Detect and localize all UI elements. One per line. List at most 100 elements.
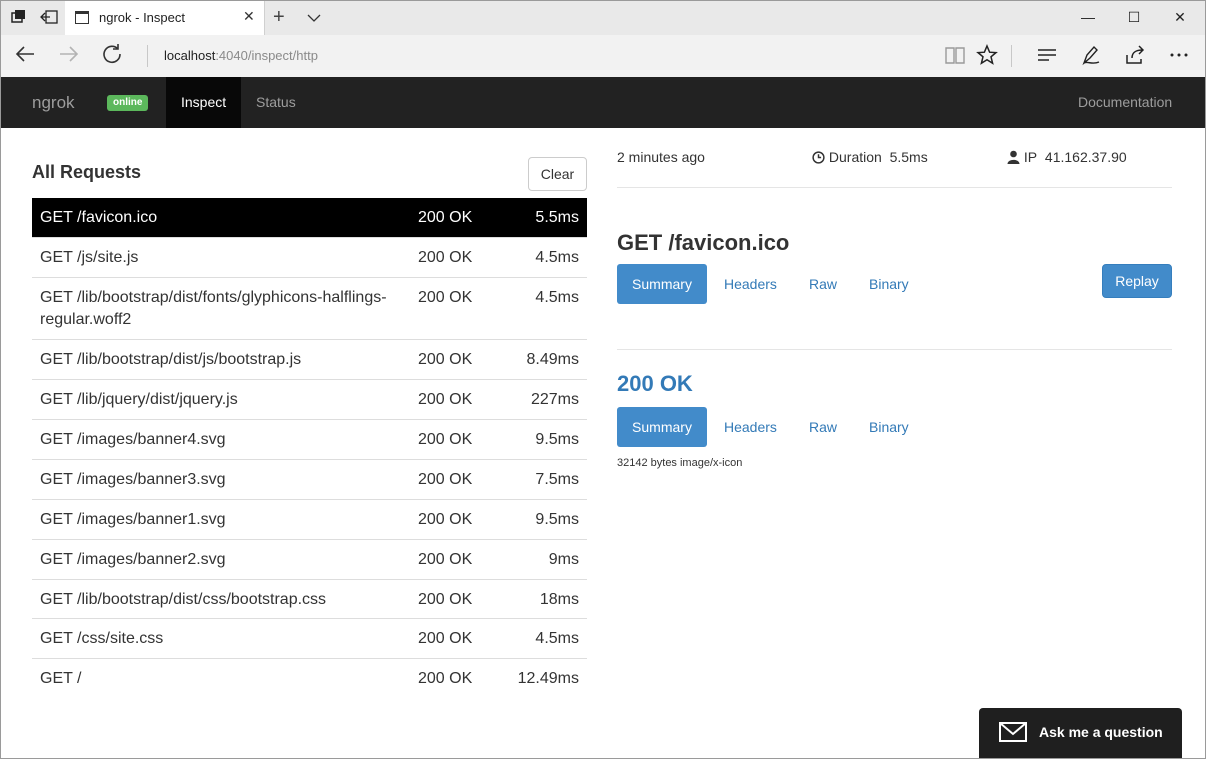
request-path: GET /images/banner4.svg <box>40 431 226 448</box>
navbar: ngrok online Inspect Status Documentatio… <box>1 77 1205 128</box>
table-row[interactable]: GET /lib/bootstrap/dist/js/bootstrap.js 2… <box>32 339 587 379</box>
minimize-button[interactable]: — <box>1065 1 1111 33</box>
request-status: 200 OK <box>418 209 473 226</box>
request-path: GET /lib/jquery/dist/jquery.js <box>40 391 238 408</box>
close-window-button[interactable]: ✕ <box>1157 1 1203 33</box>
pen-icon[interactable] <box>1079 43 1105 69</box>
tab-stack-icon[interactable] <box>10 9 28 27</box>
response-tab-headers[interactable]: Headers <box>724 407 777 447</box>
ip-info: IP 41.162.37.90 <box>1007 149 1127 165</box>
maximize-button[interactable]: ☐ <box>1111 1 1157 33</box>
requests-heading: All Requests <box>32 162 142 182</box>
table-row[interactable]: GET /js/site.js 200 OK 4.5ms <box>32 237 587 277</box>
request-status: 200 OK <box>418 591 473 608</box>
request-duration: 12.49ms <box>517 670 579 687</box>
ask-question-label: Ask me a question <box>1039 724 1163 740</box>
request-status: 200 OK <box>418 471 473 488</box>
request-duration: 9.5ms <box>535 431 579 448</box>
request-path: GET /favicon.ico <box>40 209 158 226</box>
divider <box>617 349 1172 350</box>
request-duration: 9.5ms <box>535 511 579 528</box>
brand-logo[interactable]: ngrok <box>32 93 75 113</box>
more-icon[interactable] <box>1167 43 1193 69</box>
request-duration: 7.5ms <box>535 471 579 488</box>
response-summary: 32142 bytes image/x-icon <box>617 457 743 469</box>
request-status: 200 OK <box>418 431 473 448</box>
request-tab-binary[interactable]: Binary <box>869 264 909 304</box>
response-tab-binary[interactable]: Binary <box>869 407 909 447</box>
url-field[interactable]: localhost:4040/inspect/http <box>164 48 318 63</box>
page-icon <box>75 11 89 24</box>
response-status-title: 200 OK <box>617 371 693 396</box>
duration-label: Duration <box>828 149 882 165</box>
nav-link-documentation[interactable]: Documentation <box>1078 94 1172 110</box>
clear-button[interactable]: Clear <box>528 157 587 191</box>
nav-link-status[interactable]: Status <box>256 94 296 110</box>
request-status: 200 OK <box>418 511 473 528</box>
table-row[interactable]: GET /images/banner1.svg 200 OK 9.5ms <box>32 499 587 539</box>
request-duration: 18ms <box>539 591 579 608</box>
tab-ngrok-inspect[interactable]: ngrok - Inspect ✕ <box>65 1 265 35</box>
envelope-icon <box>999 722 1027 742</box>
request-duration: 5.5ms <box>535 209 579 226</box>
request-status: 200 OK <box>418 249 473 266</box>
request-path: GET /css/site.css <box>40 630 164 647</box>
request-path: GET /images/banner1.svg <box>40 511 226 528</box>
user-icon <box>1007 150 1020 164</box>
nav-link-inspect[interactable]: Inspect <box>181 94 226 110</box>
table-row[interactable]: GET /lib/bootstrap/dist/css/bootstrap.cs… <box>32 579 587 618</box>
table-row[interactable]: GET / 200 OK 12.49ms <box>32 658 587 698</box>
tab-title: ngrok - Inspect <box>99 10 185 25</box>
browser-window: ngrok - Inspect ✕ + — ☐ ✕ localhost:4040… <box>0 0 1206 759</box>
request-duration: 227ms <box>530 391 579 408</box>
forward-icon[interactable] <box>55 43 83 69</box>
set-aside-icon[interactable] <box>40 9 58 27</box>
divider <box>147 45 148 67</box>
request-path: GET /js/site.js <box>40 249 139 266</box>
request-tab-raw[interactable]: Raw <box>809 264 837 304</box>
url-path: :4040/inspect/http <box>215 48 318 63</box>
divider <box>1011 45 1012 67</box>
back-icon[interactable] <box>11 43 39 69</box>
replay-button[interactable]: Replay <box>1102 264 1172 298</box>
table-row[interactable]: GET /lib/bootstrap/dist/fonts/glyphicons… <box>32 277 587 339</box>
request-path: GET / <box>40 670 82 687</box>
table-row[interactable]: GET /css/site.css 200 OK 4.5ms <box>32 618 587 658</box>
request-path: GET /images/banner3.svg <box>40 471 226 488</box>
ip-label: IP <box>1023 149 1038 165</box>
table-row[interactable]: GET /images/banner2.svg 200 OK 9ms <box>32 539 587 579</box>
request-status: 200 OK <box>418 351 473 368</box>
favorite-star-icon[interactable] <box>975 43 1001 69</box>
clock-icon <box>812 151 825 164</box>
request-tab-headers[interactable]: Headers <box>724 264 777 304</box>
table-row[interactable]: GET /lib/jquery/dist/jquery.js 200 OK 227m… <box>32 379 587 419</box>
request-time: 2 minutes ago <box>617 149 705 165</box>
refresh-icon[interactable] <box>98 43 126 69</box>
ask-question-widget[interactable]: Ask me a question <box>979 708 1182 758</box>
request-duration: 4.5ms <box>535 249 579 266</box>
status-badge: online <box>107 95 149 111</box>
request-duration: 4.5ms <box>535 289 579 306</box>
request-path: GET /images/banner2.svg <box>40 551 226 568</box>
table-row[interactable]: GET /favicon.ico 200 OK 5.5ms <box>32 198 587 237</box>
share-icon[interactable] <box>1123 43 1149 69</box>
tab-bar: ngrok - Inspect ✕ + — ☐ ✕ <box>1 1 1205 35</box>
request-duration: 9ms <box>548 551 579 568</box>
request-status: 200 OK <box>418 289 473 306</box>
ip-value: 41.162.37.90 <box>1044 149 1127 165</box>
request-duration: 8.49ms <box>526 351 579 368</box>
new-tab-button[interactable]: + <box>273 5 285 29</box>
request-status: 200 OK <box>418 551 473 568</box>
table-row[interactable]: GET /images/banner3.svg 200 OK 7.5ms <box>32 459 587 499</box>
request-tab-summary[interactable]: Summary <box>617 264 707 304</box>
hub-icon[interactable] <box>1035 43 1061 69</box>
response-tab-raw[interactable]: Raw <box>809 407 837 447</box>
tab-preview-chevron-icon[interactable] <box>307 10 321 28</box>
table-row[interactable]: GET /images/banner4.svg 200 OK 9.5ms <box>32 419 587 459</box>
request-path: GET /lib/bootstrap/dist/fonts/glyphicons… <box>40 289 387 328</box>
request-title: GET /favicon.ico <box>617 230 790 255</box>
reading-view-icon[interactable] <box>943 43 969 69</box>
tab-close-button[interactable]: ✕ <box>243 8 255 25</box>
response-tab-summary[interactable]: Summary <box>617 407 707 447</box>
request-path: GET /lib/bootstrap/dist/js/bootstrap.js <box>40 351 302 368</box>
